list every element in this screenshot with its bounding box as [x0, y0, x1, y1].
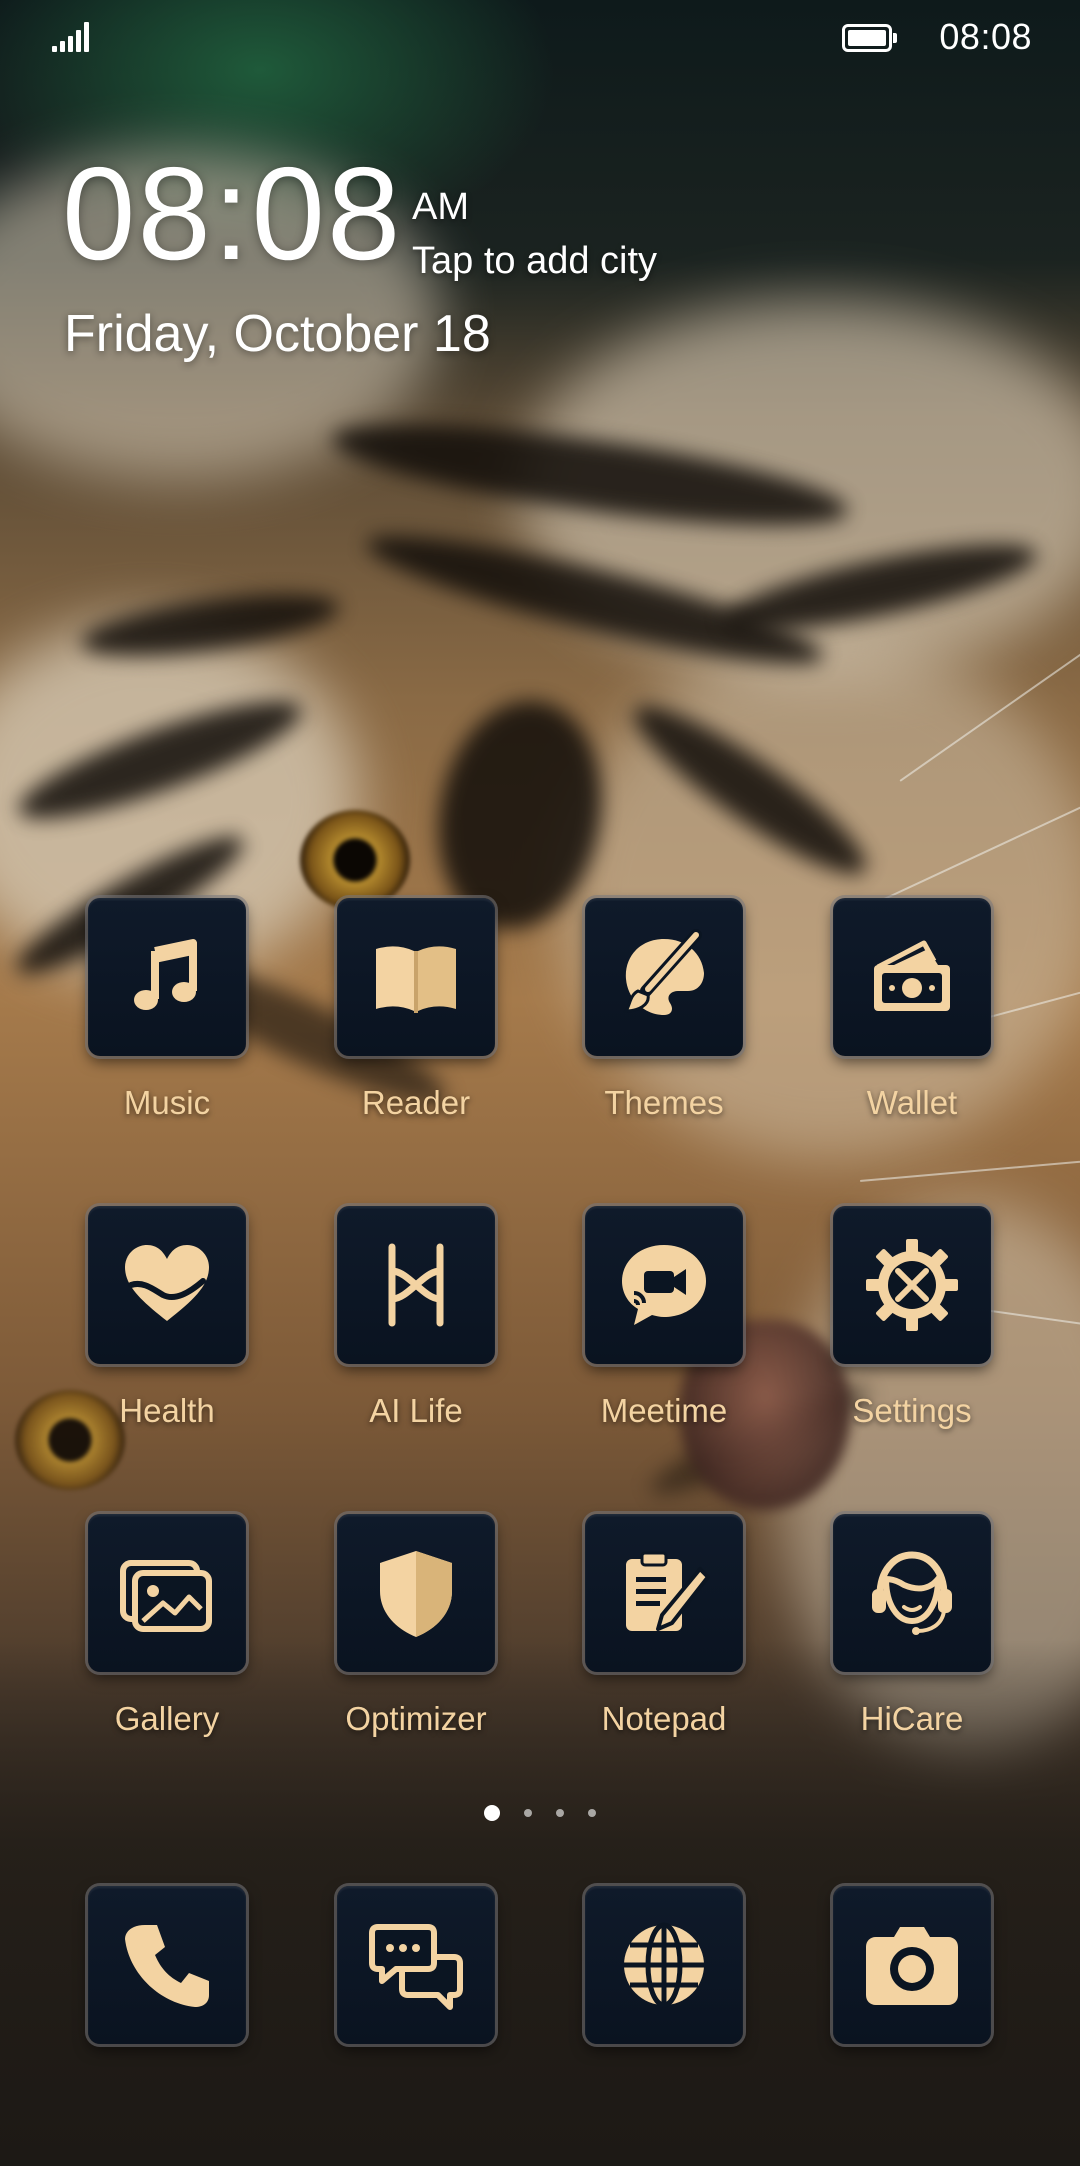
globe-icon — [624, 1922, 704, 2008]
battery-full-icon — [842, 24, 898, 52]
status-bar: 08:08 — [0, 0, 1080, 80]
paintbrush-palette-icon — [623, 929, 704, 1015]
phone-icon — [125, 1925, 209, 2007]
app-hicare[interactable]: HiCare — [792, 1514, 1032, 1794]
app-tile[interactable] — [337, 1514, 495, 1672]
app-health[interactable]: Health — [47, 1206, 287, 1486]
app-tile[interactable] — [585, 1206, 743, 1364]
page-indicator[interactable] — [0, 1804, 1080, 1822]
app-tile[interactable] — [337, 898, 495, 1056]
camera-icon — [866, 1927, 958, 2005]
app-wallet[interactable]: Wallet — [792, 898, 1032, 1178]
clipboard-pencil-icon — [626, 1551, 710, 1631]
app-label: Optimizer — [345, 1700, 487, 1737]
app-tile[interactable] — [833, 898, 991, 1056]
app-label: Health — [119, 1392, 215, 1429]
app-meetime[interactable]: Meetime — [544, 1206, 784, 1486]
chat-bubbles-icon — [369, 1924, 463, 2010]
dock-phone[interactable] — [47, 1886, 287, 2166]
app-reader[interactable]: Reader — [296, 898, 536, 1178]
clock-time[interactable]: 08:08 — [62, 148, 402, 280]
app-tile[interactable] — [88, 1206, 246, 1364]
app-tile[interactable] — [585, 1886, 743, 2044]
dock-browser[interactable] — [544, 1886, 784, 2166]
page-dot[interactable] — [556, 1808, 564, 1817]
app-tile[interactable] — [833, 1206, 991, 1364]
status-time: 08:08 — [939, 16, 1032, 57]
music-note-icon — [134, 939, 197, 1010]
add-city-link[interactable]: Tap to add city — [412, 240, 657, 283]
clock-ampm: AM — [412, 186, 469, 228]
app-notepad[interactable]: Notepad — [544, 1514, 784, 1794]
app-label: Reader — [361, 1084, 471, 1121]
gear-tools-icon — [866, 1239, 958, 1331]
app-tile[interactable] — [88, 1886, 246, 2044]
wallet-cash-icon — [874, 940, 950, 1011]
page-dot[interactable] — [524, 1808, 532, 1817]
app-tile[interactable] — [585, 1514, 743, 1672]
app-tile[interactable] — [585, 898, 743, 1056]
app-label: Themes — [604, 1084, 724, 1121]
app-label: Wallet — [866, 1084, 958, 1121]
app-label: Settings — [852, 1392, 972, 1429]
app-tile[interactable] — [337, 1886, 495, 2044]
app-gallery[interactable]: Gallery — [47, 1514, 287, 1794]
app-themes[interactable]: Themes — [544, 898, 784, 1178]
headset-support-icon — [872, 1551, 952, 1635]
ai-life-logo-icon — [388, 1243, 444, 1327]
video-chat-bubble-icon — [622, 1245, 706, 1325]
app-music[interactable]: Music — [47, 898, 287, 1178]
app-tile[interactable] — [88, 898, 246, 1056]
shield-icon — [380, 1551, 452, 1637]
dock-messages[interactable] — [296, 1886, 536, 2166]
app-optimizer[interactable]: Optimizer — [296, 1514, 536, 1794]
app-label: Notepad — [601, 1700, 727, 1737]
app-ai-life[interactable]: AI Life — [296, 1206, 536, 1486]
app-tile[interactable] — [337, 1206, 495, 1364]
app-label: AI Life — [369, 1392, 463, 1429]
photo-gallery-icon — [120, 1560, 212, 1632]
clock-date[interactable]: Friday, October 18 — [64, 304, 491, 364]
open-book-icon — [376, 946, 456, 1013]
app-tile[interactable] — [833, 1886, 991, 2044]
app-tile[interactable] — [88, 1514, 246, 1672]
app-settings[interactable]: Settings — [792, 1206, 1032, 1486]
app-label: HiCare — [860, 1700, 964, 1737]
app-label: Gallery — [114, 1700, 220, 1737]
page-dot-active[interactable] — [484, 1804, 500, 1821]
app-tile[interactable] — [833, 1514, 991, 1672]
signal-bars-icon — [52, 22, 92, 52]
app-label: Music — [123, 1084, 211, 1121]
dock-camera[interactable] — [792, 1886, 1032, 2166]
page-dot[interactable] — [588, 1808, 596, 1817]
heart-icon — [125, 1245, 209, 1321]
app-label: Meetime — [600, 1392, 728, 1429]
